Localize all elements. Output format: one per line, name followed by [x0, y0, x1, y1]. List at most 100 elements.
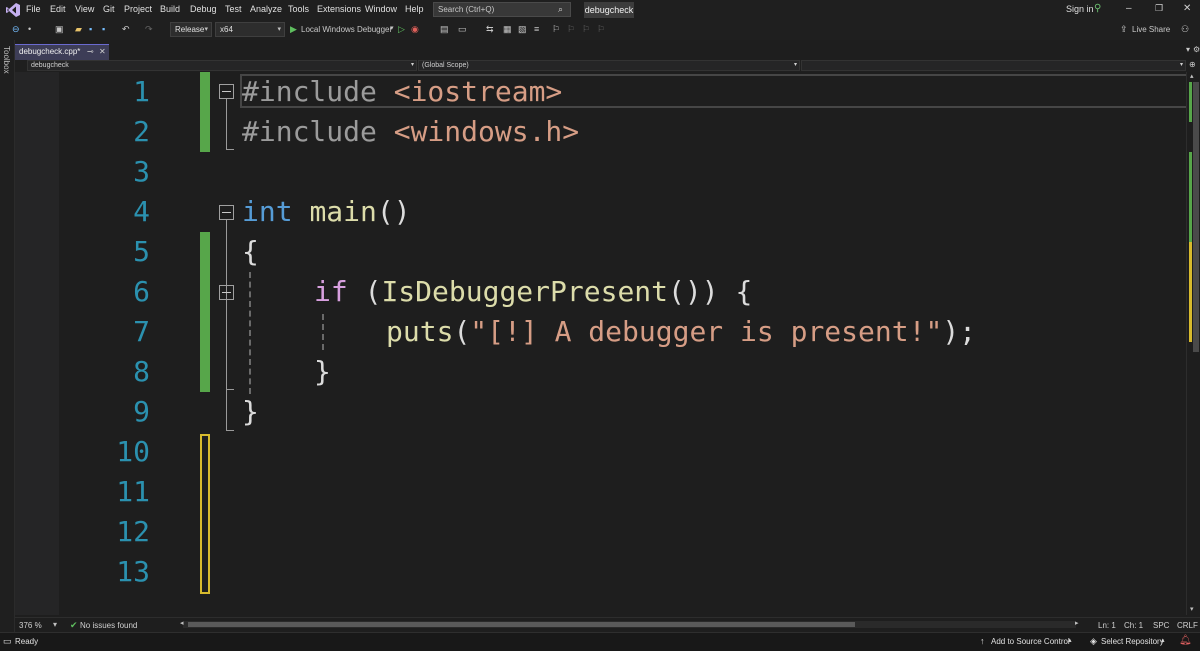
tab-overflow-icon[interactable]: ▾	[1186, 45, 1190, 54]
scroll-down-icon[interactable]: ▾	[1190, 605, 1194, 613]
chevron-down-icon: ▾	[793, 62, 797, 68]
menu-view[interactable]: View	[75, 4, 94, 14]
toolbar-icon-6[interactable]: ≡	[534, 24, 539, 34]
hot-reload-icon[interactable]: ◉	[411, 24, 419, 35]
start-without-debugging-icon[interactable]: ▷	[398, 24, 405, 35]
solution-name-badge: debugcheck	[584, 2, 634, 18]
chevron-down-icon[interactable]: ▾	[53, 620, 57, 629]
save-icon[interactable]: ▪	[89, 24, 92, 34]
function-token: IsDebuggerPresent	[381, 275, 669, 308]
zoom-level[interactable]: 376 %	[19, 621, 42, 630]
forward-icon[interactable]: •	[28, 24, 31, 34]
code-line-9[interactable]: }	[242, 395, 259, 428]
menu-analyze[interactable]: Analyze	[250, 4, 282, 14]
menu-file[interactable]: File	[26, 4, 41, 14]
close-icon[interactable]: ✕	[1183, 3, 1191, 14]
configuration-dropdown[interactable]: Release ▾	[170, 22, 212, 37]
minimize-icon[interactable]: –	[1126, 3, 1132, 14]
sign-in-link[interactable]: Sign in	[1066, 4, 1094, 14]
vertical-scrollbar[interactable]: ▴ ▾	[1186, 72, 1200, 615]
code-line-1[interactable]: #include <iostream>	[242, 75, 562, 108]
scope-dropdown[interactable]: (Global Scope) ▾	[418, 60, 800, 71]
outline-end	[226, 389, 234, 390]
code-line-2[interactable]: #include <windows.h>	[242, 115, 579, 148]
live-share-icon[interactable]: ⇪	[1120, 24, 1128, 35]
collapse-icon[interactable]	[219, 84, 234, 99]
toolbar-icon-1[interactable]: ▤	[440, 24, 449, 35]
menu-tools[interactable]: Tools	[288, 4, 309, 14]
select-repository-button[interactable]: Select Repository	[1101, 637, 1164, 646]
collapse-icon[interactable]	[219, 205, 234, 220]
platform-dropdown[interactable]: x64 ▾	[215, 22, 285, 37]
toolbar-icon-4[interactable]: ▦	[503, 24, 512, 35]
chevron-down-icon: ▾	[1179, 62, 1183, 68]
bookmark-clear-icon[interactable]: ⚐	[597, 24, 605, 35]
undo-icon[interactable]: ↶	[122, 24, 130, 35]
feedback-icon[interactable]: ⚇	[1181, 24, 1189, 35]
toolbar-icon-5[interactable]: ▧	[518, 24, 527, 35]
member-dropdown[interactable]: ▾	[801, 60, 1186, 71]
chevron-down-icon[interactable]: ▾	[390, 24, 394, 32]
toolbar-icon-2[interactable]: ▭	[458, 24, 467, 35]
notifications-icon[interactable]: 🔔︎	[1179, 635, 1192, 646]
save-all-icon[interactable]: ▪	[102, 24, 105, 34]
horizontal-scrollbar-thumb[interactable]	[188, 622, 855, 627]
line-number: 13	[116, 555, 150, 588]
close-tab-icon[interactable]: ✕	[99, 45, 106, 59]
line-ending-indicator[interactable]: CRLF	[1177, 621, 1198, 630]
live-share-button[interactable]: Live Share	[1132, 25, 1170, 34]
menu-help[interactable]: Help	[405, 4, 424, 14]
new-project-icon[interactable]: ▣	[55, 24, 64, 35]
scroll-left-icon[interactable]: ◂	[180, 619, 184, 627]
restore-icon[interactable]: ❐	[1155, 3, 1163, 14]
menu-edit[interactable]: Edit	[50, 4, 66, 14]
search-icon: ⌕	[558, 4, 564, 14]
code-line-6[interactable]: if (IsDebuggerPresent()) {	[314, 275, 752, 308]
scrollbar-thumb[interactable]	[1193, 82, 1199, 352]
string-token: "[!] A debugger is present!"	[470, 315, 943, 348]
whitespace-indicator[interactable]: SPC	[1153, 621, 1169, 630]
configuration-value: Release	[175, 25, 205, 34]
code-line-5[interactable]: {	[242, 235, 259, 268]
scroll-right-icon[interactable]: ▸	[1075, 619, 1079, 627]
collapse-icon[interactable]	[219, 285, 234, 300]
column-indicator[interactable]: Ch: 1	[1124, 621, 1143, 630]
outline-end	[226, 430, 234, 431]
menu-extensions[interactable]: Extensions	[317, 4, 361, 14]
preprocessor-token: #include	[242, 115, 377, 148]
chevron-down-icon: ▾	[410, 62, 414, 68]
scroll-up-icon[interactable]: ▴	[1190, 72, 1194, 80]
start-debugging-icon[interactable]: ▶	[290, 24, 297, 35]
open-icon[interactable]: ▰	[75, 24, 82, 35]
split-icon[interactable]: ⊕	[1189, 60, 1196, 69]
bookmark-next-icon[interactable]: ⚐	[582, 24, 590, 35]
code-line-4[interactable]: int main()	[242, 195, 411, 228]
project-dropdown[interactable]: debugcheck ▾	[27, 60, 417, 71]
tab-debugcheck-cpp[interactable]: debugcheck.cpp* ⊸ ✕	[15, 44, 109, 60]
menu-window[interactable]: Window	[365, 4, 397, 14]
settings-icon[interactable]: ⚙	[1193, 45, 1200, 54]
bookmark-prev-icon[interactable]: ⚐	[567, 24, 575, 35]
line-indicator[interactable]: Ln: 1	[1098, 621, 1116, 630]
menu-debug[interactable]: Debug	[190, 4, 217, 14]
pin-icon[interactable]: ⊸	[87, 45, 94, 59]
issues-status[interactable]: No issues found	[80, 621, 137, 630]
code-line-7[interactable]: puts("[!] A debugger is present!");	[386, 315, 976, 348]
code-line-8[interactable]: }	[314, 355, 331, 388]
add-to-source-control-button[interactable]: Add to Source Control	[991, 637, 1070, 646]
toolbox-strip[interactable]: Toolbox	[0, 40, 15, 632]
menu-git[interactable]: Git	[103, 4, 115, 14]
code-editor[interactable]: 1 2 3 4 5 6 7 8 9 10 11 12 13 #include <…	[15, 72, 1186, 615]
account-icon[interactable]: ⚲	[1094, 3, 1101, 14]
scrollbar-change-marker	[1189, 152, 1192, 242]
toolbar-icon-3[interactable]: ⇆	[486, 24, 494, 35]
bookmark-icon[interactable]: ⚐	[552, 24, 560, 35]
back-icon[interactable]: ⊖	[12, 24, 20, 35]
line-number: 6	[133, 275, 150, 308]
debugger-button[interactable]: Local Windows Debugger	[301, 25, 392, 34]
menu-build[interactable]: Build	[160, 4, 180, 14]
search-input[interactable]: Search (Ctrl+Q) ⌕	[433, 2, 571, 17]
redo-icon[interactable]: ↷	[145, 24, 153, 35]
menu-project[interactable]: Project	[124, 4, 152, 14]
menu-test[interactable]: Test	[225, 4, 242, 14]
